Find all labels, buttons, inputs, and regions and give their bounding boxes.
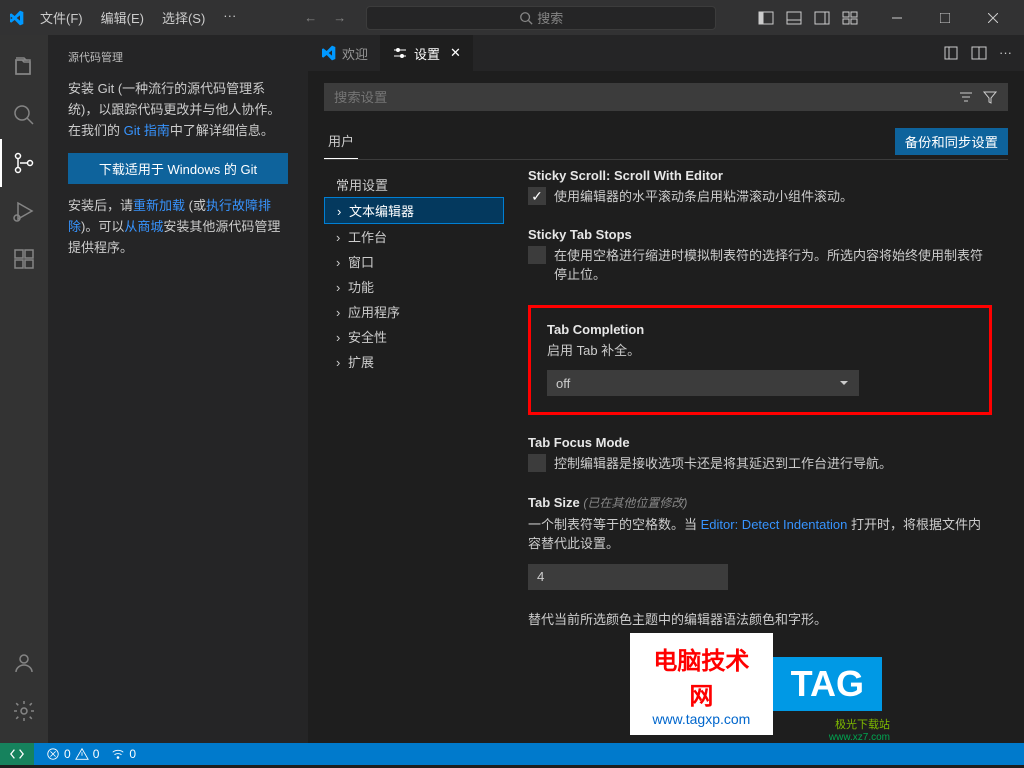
menu-bar: 文件(F) 编辑(E) 选择(S) ··· <box>32 4 244 31</box>
editor-tabs: 欢迎 设置 ✕ ··· <box>308 35 1024 71</box>
setting-token-color: 替代当前所选颜色主题中的编辑器语法颜色和字形。 <box>528 610 992 630</box>
clear-search-icon[interactable] <box>958 89 974 105</box>
menu-edit[interactable]: 编辑(E) <box>93 4 152 31</box>
setting-tab-size: Tab Size (已在其他位置修改) 一个制表符等于的空格数。当 Editor… <box>528 494 992 590</box>
settings-list: Sticky Scroll: Scroll With Editor 使用编辑器的… <box>504 168 1008 743</box>
sticky-scroll-checkbox[interactable] <box>528 187 546 205</box>
marketplace-link[interactable]: 从商城 <box>124 219 163 234</box>
backup-sync-button[interactable]: 备份和同步设置 <box>895 128 1008 155</box>
toc-workbench[interactable]: ›工作台 <box>324 224 504 249</box>
nav-back-icon[interactable]: ← <box>304 10 317 25</box>
command-center-search[interactable]: 搜索 <box>366 6 716 30</box>
search-placeholder: 搜索 <box>537 8 563 27</box>
tab-focus-checkbox[interactable] <box>528 454 546 472</box>
watermark-overlay: 电脑技术网 www.tagxp.com TAG 极光下载站 www.xz7.co… <box>630 633 882 735</box>
status-ports[interactable]: 0 <box>111 747 136 761</box>
activity-scm[interactable] <box>0 139 48 187</box>
setting-sticky-scroll: Sticky Scroll: Scroll With Editor 使用编辑器的… <box>528 168 992 207</box>
split-editor-icon[interactable] <box>971 45 987 61</box>
activity-extensions[interactable] <box>0 235 48 283</box>
nav-forward-icon[interactable]: → <box>333 10 346 25</box>
search-icon <box>519 11 533 25</box>
sticky-tab-checkbox[interactable] <box>528 246 546 264</box>
tab-close-icon[interactable]: ✕ <box>450 45 461 61</box>
dropdown-value: off <box>556 376 570 391</box>
download-git-button[interactable]: 下载适用于 Windows 的 Git <box>68 153 288 184</box>
menu-more[interactable]: ··· <box>215 4 244 31</box>
menu-select[interactable]: 选择(S) <box>154 4 213 31</box>
setting-tab-focus-mode: Tab Focus Mode 控制编辑器是接收选项卡还是将其延迟到工作台进行导航… <box>528 435 992 474</box>
layout-sidebar-right-icon[interactable] <box>814 10 830 26</box>
scope-user-tab[interactable]: 用户 <box>324 123 358 159</box>
setting-sticky-tab-stops: Sticky Tab Stops 在使用空格进行缩进时模拟制表符的选择行为。所选… <box>528 227 992 285</box>
tab-completion-dropdown[interactable]: off <box>547 370 859 396</box>
settings-toc: 常用设置 ›文本编辑器 ›工作台 ›窗口 ›功能 ›应用程序 ›安全性 ›扩展 <box>324 168 504 743</box>
layout-sidebar-left-icon[interactable] <box>758 10 774 26</box>
toc-app[interactable]: ›应用程序 <box>324 299 504 324</box>
tab-size-input[interactable] <box>528 564 728 590</box>
scm-sidebar: 源代码管理 安装 Git (一种流行的源代码管理系统)，以跟踪代码更改并与他人协… <box>48 35 308 743</box>
remote-indicator[interactable] <box>0 743 34 765</box>
toc-text-editor[interactable]: ›文本编辑器 <box>324 197 504 224</box>
settings-search-input[interactable] <box>334 90 958 105</box>
tab-settings[interactable]: 设置 ✕ <box>380 35 473 71</box>
tab-label: 设置 <box>414 44 440 63</box>
reload-link[interactable]: 重新加载 <box>133 198 185 213</box>
editor-area: 欢迎 设置 ✕ ··· 用户 备 <box>308 35 1024 743</box>
filter-icon[interactable] <box>982 89 998 105</box>
layout-customize-icon[interactable] <box>842 10 858 26</box>
toc-extensions[interactable]: ›扩展 <box>324 349 504 374</box>
editor-more-icon[interactable]: ··· <box>999 45 1012 61</box>
tab-label: 欢迎 <box>342 44 368 63</box>
chevron-down-icon <box>838 377 850 389</box>
scm-intro-text: 安装 Git (一种流行的源代码管理系统)，以跟踪代码更改并与他人协作。在我们的… <box>68 79 288 141</box>
vscode-logo-icon <box>8 10 24 26</box>
activity-search[interactable] <box>0 91 48 139</box>
menu-file[interactable]: 文件(F) <box>32 4 91 31</box>
toc-features[interactable]: ›功能 <box>324 274 504 299</box>
titlebar: 文件(F) 编辑(E) 选择(S) ··· ← → 搜索 <box>0 0 1024 35</box>
vscode-icon <box>320 45 336 61</box>
layout-panel-icon[interactable] <box>786 10 802 26</box>
sidebar-title: 源代码管理 <box>48 43 308 71</box>
toc-common[interactable]: 常用设置 <box>324 172 504 197</box>
activity-bar <box>0 35 48 743</box>
settings-slider-icon <box>392 45 408 61</box>
statusbar: 0 0 0 <box>0 743 1024 765</box>
window-maximize[interactable] <box>922 0 968 35</box>
tab-welcome[interactable]: 欢迎 <box>308 35 380 71</box>
detect-indentation-link[interactable]: Editor: Detect Indentation <box>701 517 848 532</box>
open-settings-json-icon[interactable] <box>943 45 959 61</box>
scm-post-text: 安装后，请重新加载 (或执行故障排除)。可以从商城安装其他源代码管理提供程序。 <box>68 196 288 258</box>
toc-window[interactable]: ›窗口 <box>324 249 504 274</box>
activity-settings-gear[interactable] <box>0 687 48 735</box>
activity-debug[interactable] <box>0 187 48 235</box>
highlighted-setting: Tab Completion 启用 Tab 补全。 off <box>528 305 992 416</box>
settings-search[interactable] <box>324 83 1008 111</box>
activity-explorer[interactable] <box>0 43 48 91</box>
window-close[interactable] <box>970 0 1016 35</box>
activity-accounts[interactable] <box>0 639 48 687</box>
toc-security[interactable]: ›安全性 <box>324 324 504 349</box>
window-minimize[interactable] <box>874 0 920 35</box>
git-guide-link[interactable]: Git 指南 <box>124 123 170 138</box>
status-problems[interactable]: 0 0 <box>46 747 99 761</box>
